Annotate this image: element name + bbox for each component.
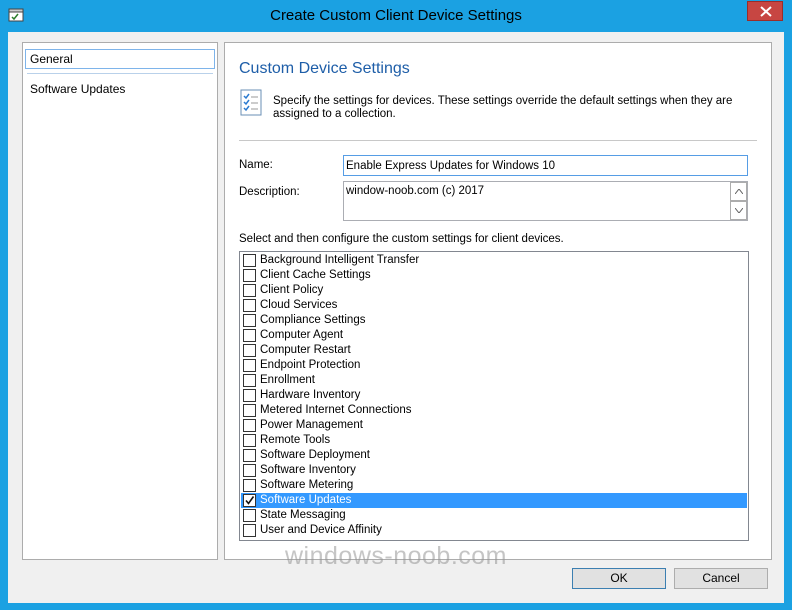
checklist-icon [237, 88, 267, 118]
setting-checkbox[interactable] [243, 524, 256, 537]
list-item[interactable]: Software Updates [241, 493, 747, 508]
cancel-button[interactable]: Cancel [674, 568, 768, 589]
list-item[interactable]: Client Policy [241, 283, 747, 298]
setting-label: Software Inventory [260, 464, 356, 476]
description-label: Description: [239, 186, 300, 198]
setting-label: State Messaging [260, 509, 346, 521]
setting-checkbox[interactable] [243, 479, 256, 492]
close-icon [760, 6, 772, 17]
list-item[interactable]: Cloud Services [241, 298, 747, 313]
setting-label: Compliance Settings [260, 314, 366, 326]
list-item[interactable]: Enrollment [241, 373, 747, 388]
setting-checkbox[interactable] [243, 359, 256, 372]
setting-label: Client Policy [260, 284, 324, 296]
list-item[interactable]: Background Intelligent Transfer [241, 253, 747, 268]
main-panel: Custom Device Settings Specify the setti… [224, 42, 772, 560]
list-item[interactable]: Hardware Inventory [241, 388, 747, 403]
nav-divider [27, 73, 213, 74]
scroll-up-button[interactable] [730, 182, 747, 201]
name-field[interactable] [343, 155, 748, 176]
list-item[interactable]: Remote Tools [241, 433, 747, 448]
scroll-down-button[interactable] [730, 201, 747, 220]
setting-checkbox[interactable] [243, 449, 256, 462]
setting-label: Endpoint Protection [260, 359, 361, 371]
list-item[interactable]: Endpoint Protection [241, 358, 747, 373]
setting-checkbox[interactable] [243, 344, 256, 357]
setting-label: Software Metering [260, 479, 354, 491]
setting-checkbox[interactable] [243, 419, 256, 432]
setting-checkbox[interactable] [243, 329, 256, 342]
close-button[interactable] [747, 1, 783, 21]
ok-button[interactable]: OK [572, 568, 666, 589]
setting-label: Software Deployment [260, 449, 370, 461]
list-item[interactable]: Metered Internet Connections [241, 403, 747, 418]
list-item[interactable]: State Messaging [241, 508, 747, 523]
title-bar: Create Custom Client Device Settings [0, 0, 792, 32]
page-description: Specify the settings for devices. These … [273, 95, 733, 120]
setting-checkbox[interactable] [243, 314, 256, 327]
setting-checkbox[interactable] [243, 404, 256, 417]
list-item[interactable]: User and Device Affinity [241, 523, 747, 538]
description-value: window-noob.com (c) 2017 [346, 185, 485, 197]
description-scrollbar[interactable] [730, 182, 747, 220]
section-divider [239, 140, 757, 141]
setting-label: Power Management [260, 419, 363, 431]
page-title: Custom Device Settings [239, 60, 410, 77]
setting-label: Metered Internet Connections [260, 404, 412, 416]
list-item[interactable]: Software Inventory [241, 463, 747, 478]
setting-checkbox[interactable] [243, 269, 256, 282]
setting-checkbox[interactable] [243, 284, 256, 297]
list-item[interactable]: Software Metering [241, 478, 747, 493]
setting-label: Software Updates [260, 494, 352, 506]
setting-checkbox[interactable] [243, 374, 256, 387]
window-title: Create Custom Client Device Settings [270, 7, 522, 24]
list-item[interactable]: Software Deployment [241, 448, 747, 463]
setting-label: Computer Agent [260, 329, 344, 341]
list-item[interactable]: Power Management [241, 418, 747, 433]
list-item[interactable]: Computer Agent [241, 328, 747, 343]
setting-checkbox[interactable] [243, 389, 256, 402]
setting-checkbox[interactable] [243, 464, 256, 477]
setting-label: Background Intelligent Transfer [260, 254, 420, 266]
settings-instruction: Select and then configure the custom set… [239, 233, 564, 245]
setting-label: User and Device Affinity [260, 524, 382, 536]
name-label: Name: [239, 159, 273, 171]
nav-item-software-updates[interactable]: Software Updates [25, 79, 215, 99]
setting-checkbox[interactable] [243, 254, 256, 267]
list-item[interactable]: Client Cache Settings [241, 268, 747, 283]
list-item[interactable]: Compliance Settings [241, 313, 747, 328]
setting-label: Client Cache Settings [260, 269, 371, 281]
setting-label: Hardware Inventory [260, 389, 361, 401]
nav-item-general[interactable]: General [25, 49, 215, 69]
chevron-down-icon [735, 208, 743, 213]
list-item[interactable]: Computer Restart [241, 343, 747, 358]
setting-checkbox[interactable] [243, 434, 256, 447]
setting-label: Cloud Services [260, 299, 338, 311]
settings-list: Background Intelligent Transfer Client Ca… [239, 251, 749, 541]
nav-panel: General Software Updates [22, 42, 218, 560]
setting-label: Computer Restart [260, 344, 351, 356]
description-field[interactable]: window-noob.com (c) 2017 [343, 181, 748, 221]
dialog-body: General Software Updates Custom Device S… [8, 32, 784, 603]
setting-checkbox[interactable] [243, 509, 256, 522]
setting-checkbox[interactable] [243, 299, 256, 312]
setting-label: Remote Tools [260, 434, 331, 446]
setting-checkbox[interactable] [243, 494, 256, 507]
dialog-window: Create Custom Client Device Settings Gen… [0, 0, 792, 610]
checkmark-icon [245, 496, 255, 505]
setting-label: Enrollment [260, 374, 315, 386]
chevron-up-icon [735, 189, 743, 194]
